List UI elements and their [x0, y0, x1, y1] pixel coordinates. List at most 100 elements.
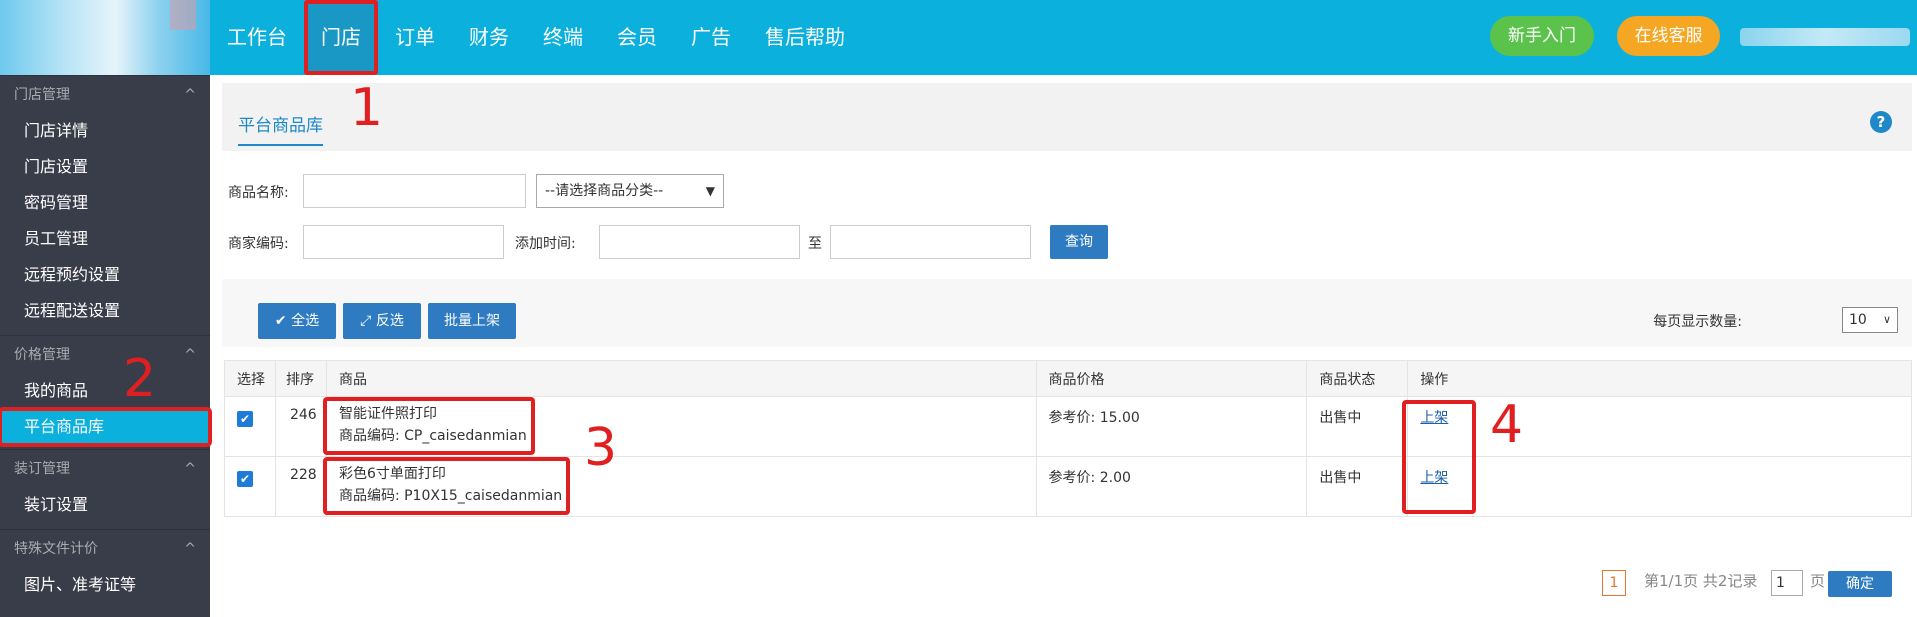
row-status: 出售中 — [1306, 456, 1409, 517]
per-page-select[interactable]: 10 ∨ — [1842, 307, 1898, 333]
column-header-price: 商品价格 — [1035, 360, 1308, 397]
batch-toolbar: ✔ 全选 ⤢ 反选 批量上架 每页显示数量: 10 ∨ — [222, 279, 1912, 347]
goods-info: 彩色6寸单面打印 商品编码: P10X15_caisedanmian — [322, 457, 571, 515]
chevron-down-icon: ∨ — [1882, 313, 1891, 326]
add-time-label: 添加时间: — [515, 236, 576, 252]
row-price: 参考价: 2.00 — [1035, 456, 1308, 517]
annotation-number: 2 — [123, 349, 157, 409]
column-header-select: 选择 — [224, 360, 276, 397]
sidebar-item-binding-settings[interactable]: 装订设置 — [0, 487, 210, 523]
nav-item-orders[interactable]: 订单 — [378, 0, 452, 75]
chevron-up-icon: ^ — [184, 541, 196, 557]
tab-bar: 平台商品库 ? — [222, 83, 1912, 151]
category-select[interactable]: --请选择商品分类-- ▼ — [536, 174, 724, 208]
goods-table: 选择 排序 商品 商品价格 商品状态 操作 ✔ 246 智能证件照打印 商品编码… — [224, 360, 1912, 517]
page-confirm-button[interactable]: 确定 — [1828, 571, 1892, 597]
sidebar-group-binding-management[interactable]: 装订管理 ^ — [0, 449, 210, 487]
goods-code: 商品编码: CP_caisedanmian — [338, 428, 527, 444]
sidebar-item-store-settings[interactable]: 门店设置 — [0, 149, 210, 185]
logo — [0, 0, 210, 75]
row-checkbox[interactable]: ✔ — [237, 471, 253, 487]
to-label: 至 — [808, 236, 822, 252]
beginner-guide-button[interactable]: 新手入门 — [1490, 16, 1594, 56]
chevron-up-icon: ^ — [184, 87, 196, 103]
row-order: 228 — [274, 456, 327, 517]
column-header-order: 排序 — [274, 360, 327, 397]
invert-selection-button[interactable]: ⤢ 反选 — [343, 303, 421, 339]
goods-code: 商品编码: P10X15_caisedanmian — [338, 488, 563, 504]
user-account-info[interactable] — [1740, 28, 1910, 46]
nav-item-terminal[interactable]: 终端 — [526, 0, 600, 75]
sidebar-item-images-admission[interactable]: 图片、准考证等 — [0, 567, 210, 603]
pagination-info: 第1/1页 共2记录 — [1644, 572, 1758, 590]
page-unit-label: 页 — [1810, 572, 1826, 590]
sidebar-item-store-details[interactable]: 门店详情 — [0, 113, 210, 149]
column-header-action: 操作 — [1407, 360, 1912, 397]
nav-item-store[interactable]: 门店 — [304, 0, 378, 75]
annotation-number: 4 — [1490, 395, 1524, 455]
sidebar-group-special-file-pricing[interactable]: 特殊文件计价 ^ — [0, 529, 210, 567]
sidebar-group-label: 门店管理 — [14, 87, 70, 103]
page-number-input[interactable]: 1 — [1771, 570, 1803, 596]
end-date-input[interactable] — [830, 225, 1031, 259]
query-button[interactable]: 查询 — [1050, 225, 1108, 259]
sidebar-group-label: 装订管理 — [14, 461, 70, 477]
row-action-cell: 上架 — [1407, 456, 1912, 517]
goods-name-label: 商品名称: — [228, 185, 289, 201]
online-service-button[interactable]: 在线客服 — [1617, 16, 1720, 56]
top-bar: 工作台 门店 订单 财务 终端 会员 广告 售后帮助 新手入门 在线客服 — [0, 0, 1917, 75]
annotation-box — [1402, 400, 1476, 514]
chevron-up-icon: ^ — [184, 461, 196, 477]
row-select-cell: ✔ — [224, 396, 276, 457]
expand-icon: ⤢ — [360, 313, 376, 329]
annotation-number: 1 — [350, 78, 384, 138]
nav-item-after-sales-help[interactable]: 售后帮助 — [748, 0, 862, 75]
goods-info: 智能证件照打印 商品编码: CP_caisedanmian — [322, 397, 535, 455]
main-nav: 工作台 门店 订单 财务 终端 会员 广告 售后帮助 — [210, 0, 862, 75]
tab-platform-goods[interactable]: 平台商品库 — [238, 111, 323, 146]
row-price: 参考价: 15.00 — [1035, 396, 1308, 457]
row-status: 出售中 — [1306, 396, 1409, 457]
sidebar-item-my-goods[interactable]: 我的商品 — [0, 373, 210, 409]
column-header-goods: 商品 — [325, 360, 1037, 397]
column-header-status: 商品状态 — [1306, 360, 1409, 397]
per-page-label: 每页显示数量: — [1653, 314, 1742, 330]
invert-selection-label: 反选 — [375, 313, 404, 329]
table-header-row: 选择 排序 商品 商品价格 商品状态 操作 — [224, 360, 1912, 397]
merchant-code-input[interactable] — [303, 225, 504, 259]
category-select-value: --请选择商品分类-- — [545, 183, 664, 199]
sidebar-item-remote-booking[interactable]: 远程预约设置 — [0, 257, 210, 293]
main-content: 平台商品库 ? 商品名称: --请选择商品分类-- ▼ 商家编码: 添加时间: 至… — [210, 75, 1917, 617]
chevron-up-icon: ^ — [184, 347, 196, 363]
row-action-cell: 上架 — [1407, 396, 1912, 457]
sidebar-group-price-management[interactable]: 价格管理 ^ — [0, 335, 210, 373]
help-icon[interactable]: ? — [1870, 111, 1892, 133]
chevron-down-icon: ▼ — [705, 184, 715, 198]
batch-shelve-button[interactable]: 批量上架 — [428, 303, 516, 339]
nav-item-finance[interactable]: 财务 — [452, 0, 526, 75]
select-all-button[interactable]: ✔ 全选 — [258, 303, 336, 339]
row-goods-cell: 彩色6寸单面打印 商品编码: P10X15_caisedanmian — [322, 456, 1037, 517]
nav-item-workbench[interactable]: 工作台 — [210, 0, 304, 75]
sidebar-group-store-management[interactable]: 门店管理 ^ — [0, 75, 210, 113]
nav-item-members[interactable]: 会员 — [600, 0, 674, 75]
goods-name: 彩色6寸单面打印 — [338, 466, 446, 482]
sidebar: 门店管理 ^ 门店详情 门店设置 密码管理 员工管理 远程预约设置 远程配送设置 … — [0, 75, 212, 617]
table-row: ✔ 246 智能证件照打印 商品编码: CP_caisedanmian 参考价:… — [224, 396, 1912, 457]
sidebar-item-platform-goods[interactable]: 平台商品库 — [0, 407, 212, 447]
per-page-value: 10 — [1849, 312, 1867, 328]
pagination-current-page[interactable]: 1 — [1602, 570, 1626, 596]
nav-item-ads[interactable]: 广告 — [674, 0, 748, 75]
sidebar-item-remote-delivery[interactable]: 远程配送设置 — [0, 293, 210, 329]
select-all-label: 全选 — [291, 313, 320, 329]
start-date-input[interactable] — [599, 225, 800, 259]
row-select-cell: ✔ — [224, 456, 276, 517]
row-checkbox[interactable]: ✔ — [237, 411, 253, 427]
sidebar-group-label: 价格管理 — [14, 347, 70, 363]
annotation-number: 3 — [584, 418, 618, 478]
goods-name: 智能证件照打印 — [338, 406, 437, 422]
goods-name-input[interactable] — [303, 174, 526, 208]
sidebar-item-staff[interactable]: 员工管理 — [0, 221, 210, 257]
sidebar-group-label: 特殊文件计价 — [14, 541, 98, 557]
sidebar-item-password[interactable]: 密码管理 — [0, 185, 210, 221]
